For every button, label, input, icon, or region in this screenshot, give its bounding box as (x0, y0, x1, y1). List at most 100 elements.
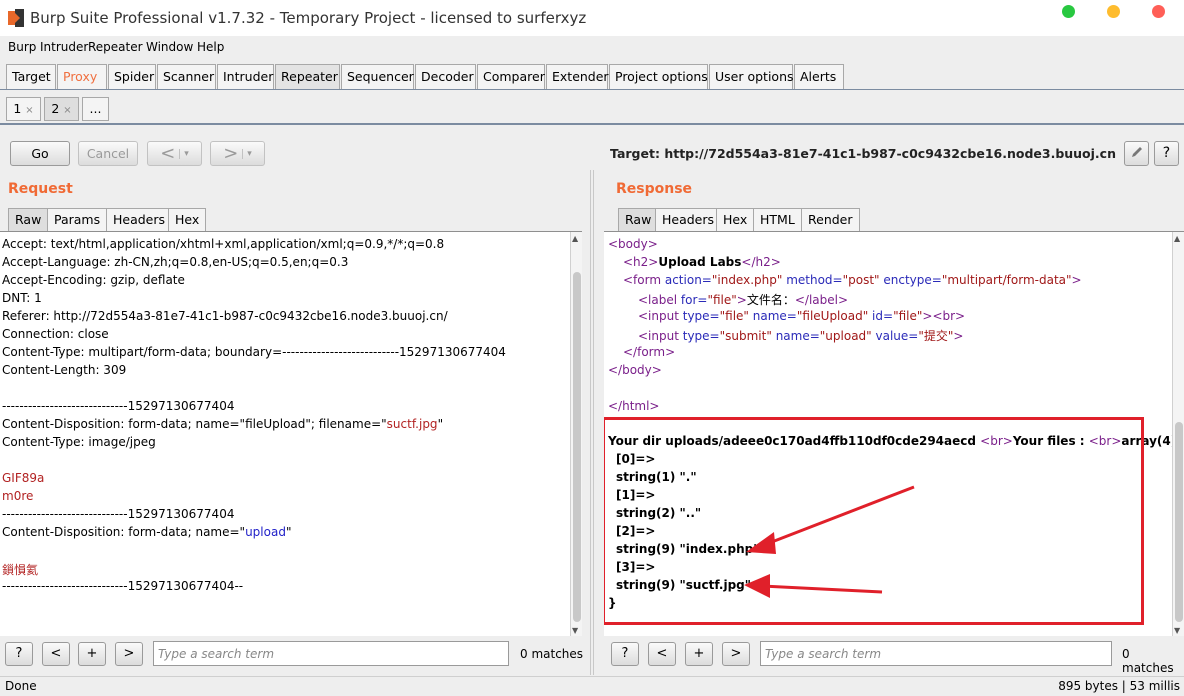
request-line: Accept-Encoding: gzip, deflate (2, 273, 185, 287)
arrow-to-suctf-jpg (761, 584, 883, 594)
response-tab-headers[interactable]: Headers (655, 208, 722, 232)
request-search-input[interactable]: Type a search term (153, 641, 509, 666)
tab-alerts[interactable]: Alerts (794, 64, 844, 89)
annotation-arrows (744, 485, 915, 598)
chevron-down-icon[interactable]: ▾ (179, 149, 189, 159)
tab-comparer[interactable]: Comparer (477, 64, 545, 89)
back-button[interactable]: < ▾ (147, 141, 202, 166)
close-tab-icon[interactable]: × (25, 105, 33, 116)
tab-proxy[interactable]: Proxy (57, 64, 107, 89)
request-line: Accept-Language: zh-CN,zh;q=0.8,en-US;q=… (2, 255, 349, 269)
menu-help[interactable]: Help (197, 40, 224, 54)
disposition-text: Content-Disposition: form-data; name="fi… (2, 417, 387, 431)
maximize-button[interactable] (1062, 5, 1075, 18)
response-search-input[interactable]: Type a search term (760, 641, 1112, 666)
request-line: -----------------------------15297130677… (2, 507, 235, 521)
tab-intruder[interactable]: Intruder (217, 64, 274, 89)
request-line: Content-Length: 309 (2, 363, 127, 377)
request-tab-params[interactable]: Params (47, 208, 108, 232)
request-heading: Request (8, 181, 73, 197)
request-line: Referer: http://72d554a3-81e7-41c1-b987-… (2, 309, 448, 323)
menu-repeater[interactable]: Repeater (88, 40, 143, 54)
scroll-thumb[interactable] (573, 272, 581, 622)
request-line: Content-Type: image/jpeg (2, 435, 156, 449)
tab-target[interactable]: Target (6, 64, 56, 89)
response-scrollbar[interactable]: ▲ ▼ (1172, 232, 1184, 636)
scroll-thumb[interactable] (1175, 422, 1183, 622)
tab-user-options[interactable]: User options (709, 64, 794, 89)
response-editor[interactable]: <body> <h2>Upload Labs</h2> <form action="… (604, 231, 1184, 636)
response-search-help-button[interactable]: ? (611, 642, 639, 666)
request-search-add-button[interactable]: + (78, 642, 106, 666)
scroll-up-icon[interactable]: ▲ (572, 234, 578, 243)
tab-sequencer[interactable]: Sequencer (341, 64, 414, 89)
response-search-prev-button[interactable]: < (648, 642, 676, 666)
forward-button[interactable]: > ▾ (210, 141, 265, 166)
request-editor[interactable]: Accept: text/html,application/xhtml+xml,… (0, 231, 582, 636)
go-button[interactable]: Go (10, 141, 70, 166)
tab-decoder[interactable]: Decoder (415, 64, 476, 89)
help-button[interactable]: ? (1154, 141, 1179, 166)
scroll-down-icon[interactable]: ▼ (572, 626, 578, 635)
tab-repeater[interactable]: Repeater (275, 64, 340, 89)
request-search-help-button[interactable]: ? (5, 642, 33, 666)
response-tab-render[interactable]: Render (801, 208, 860, 232)
repeater-tab-new[interactable]: ... (82, 97, 109, 121)
response-tab-hex[interactable]: Hex (716, 208, 755, 232)
forward-arrow-icon: > (223, 143, 239, 164)
edit-target-button[interactable] (1124, 141, 1149, 166)
request-matches-count: 0 matches (520, 647, 584, 661)
arrowhead-icon (744, 574, 770, 598)
menu-intruder[interactable]: Intruder (40, 40, 88, 54)
request-line: -----------------------------15297130677… (2, 579, 244, 593)
tab-project-options[interactable]: Project options (609, 64, 708, 89)
response-tab-raw[interactable]: Raw (618, 208, 659, 232)
scroll-up-icon[interactable]: ▲ (1174, 234, 1180, 243)
request-search-prev-button[interactable]: < (42, 642, 70, 666)
arrow-to-index-php (763, 485, 915, 547)
scroll-down-icon[interactable]: ▼ (1174, 626, 1180, 635)
subtab-divider (0, 123, 1184, 125)
tab-extender[interactable]: Extender (546, 64, 609, 89)
request-tab-hex[interactable]: Hex (168, 208, 207, 232)
response-search-next-button[interactable]: > (722, 642, 750, 666)
filename-value: suctf.jpg (386, 417, 438, 431)
window-title: Burp Suite Professional v1.7.32 - Tempor… (30, 9, 587, 27)
pencil-icon (1131, 147, 1142, 157)
close-tab-icon[interactable]: × (63, 105, 71, 116)
split-divider[interactable] (590, 170, 594, 675)
repeater-tab-label: 1 (13, 101, 22, 116)
request-line-payload: GIF89a (2, 471, 45, 485)
request-scrollbar[interactable]: ▲ ▼ (570, 232, 582, 636)
response-matches-count: 0 matches (1122, 647, 1174, 675)
repeater-tab-label: 2 (51, 101, 60, 116)
menu-burp[interactable]: Burp (8, 40, 36, 54)
arrowhead-icon (746, 532, 776, 554)
burp-logo-icon (8, 9, 24, 27)
request-tab-raw[interactable]: Raw (8, 208, 49, 232)
response-search-add-button[interactable]: + (685, 642, 713, 666)
request-line: Accept: text/html,application/xhtml+xml,… (2, 237, 445, 251)
request-tab-headers[interactable]: Headers (106, 208, 173, 232)
title-bar: Burp Suite Professional v1.7.32 - Tempor… (0, 0, 1184, 36)
target-label: Target: http://72d554a3-81e7-41c1-b987-c… (610, 146, 1116, 161)
cancel-button[interactable]: Cancel (78, 141, 138, 166)
response-tab-html[interactable]: HTML (753, 208, 802, 232)
request-line: Connection: close (2, 327, 109, 341)
repeater-tab-1[interactable]: 1 × (6, 97, 41, 121)
request-search-next-button[interactable]: > (115, 642, 143, 666)
chevron-down-icon[interactable]: ▾ (242, 149, 252, 159)
request-line-payload: m0re (2, 489, 34, 503)
disposition-text: Content-Disposition: form-data; name=" (2, 525, 246, 539)
tab-divider (0, 89, 1184, 90)
status-bar: Done 895 bytes | 53 millis (0, 676, 1184, 696)
menu-window[interactable]: Window (146, 40, 193, 54)
repeater-tab-2[interactable]: 2 × (44, 97, 79, 121)
close-button[interactable] (1152, 5, 1165, 18)
request-line-disposition: Content-Disposition: form-data; name="fi… (2, 417, 444, 431)
request-line: -----------------------------15297130677… (2, 399, 235, 413)
field-name-value: upload (245, 525, 286, 539)
minimize-button[interactable] (1107, 5, 1120, 18)
tab-scanner[interactable]: Scanner (157, 64, 216, 89)
tab-spider[interactable]: Spider (108, 64, 156, 89)
